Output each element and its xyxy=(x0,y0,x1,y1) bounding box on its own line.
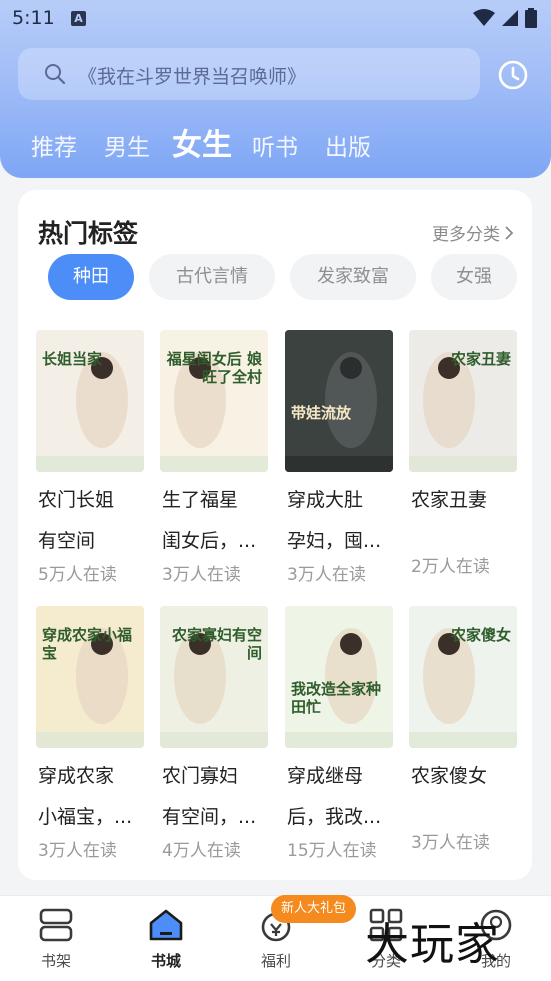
book-title: 农家傻女 xyxy=(411,756,523,797)
book-cover[interactable]: 农家傻女 xyxy=(409,606,517,748)
tag-chips: 种田 古代言情 发家致富 女强 xyxy=(48,254,532,300)
search-icon xyxy=(45,64,66,85)
book-cover[interactable]: 我改造全家种田忙 xyxy=(285,606,393,748)
tab-audiobook[interactable]: 听书 xyxy=(252,128,298,162)
book-cover-title: 我改造全家种田忙 xyxy=(291,680,382,716)
book-title: 生了福星闺女后，... xyxy=(162,480,274,562)
book-cover-title: 农家丑妻 xyxy=(450,350,511,368)
chip-get-rich[interactable]: 发家致富 xyxy=(290,254,416,300)
battery-icon xyxy=(525,8,537,28)
book-title-line1: 农家傻女 xyxy=(411,765,488,787)
nav-bookshelf-label: 书架 xyxy=(40,952,71,970)
search-placeholder: 《我在斗罗世界当召唤师》 xyxy=(78,66,307,88)
chevron-right-icon xyxy=(505,225,514,240)
book-title-line2: 有空间 xyxy=(38,530,96,552)
book-item[interactable]: 带娃流放穿成大肚孕妇，囤... 3万人在读 xyxy=(285,330,395,585)
book-readers: 3万人在读 xyxy=(162,565,241,585)
book-cover[interactable]: 福星闺女后 娘旺了全村 xyxy=(160,330,268,472)
bookshelf-icon xyxy=(39,908,73,942)
book-cover-title: 农家寡妇有空间 xyxy=(171,626,262,662)
book-cover-title: 福星闺女后 娘旺了全村 xyxy=(166,350,262,386)
channel-tabs: 推荐 男生 女生 听书 出版 xyxy=(0,118,551,168)
book-title: 穿成继母后，我改... xyxy=(287,756,399,838)
book-title-line1: 农门长姐 xyxy=(38,489,115,511)
book-title-line1: 农门寡妇 xyxy=(162,765,239,787)
more-categories-link[interactable]: 更多分类 xyxy=(432,220,514,245)
search-bar[interactable]: 《我在斗罗世界当召唤师》 xyxy=(18,48,480,100)
more-categories-label: 更多分类 xyxy=(432,225,500,245)
book-cover[interactable]: 带娃流放 xyxy=(285,330,393,472)
chip-farming[interactable]: 种田 xyxy=(48,254,134,300)
nav-bookshelf[interactable]: 书架 xyxy=(16,908,96,971)
book-item[interactable]: 长姐当家农门长姐有空间 5万人在读 xyxy=(36,330,146,585)
tab-publishing[interactable]: 出版 xyxy=(325,128,371,162)
book-title: 农门长姐 有空间 xyxy=(38,480,150,562)
status-bar: 5:11 A xyxy=(0,0,551,40)
book-title-line1: 穿成大肚 xyxy=(287,489,364,511)
status-time: 5:11 xyxy=(12,7,55,29)
book-readers: 5万人在读 xyxy=(38,565,117,585)
book-readers: 2万人在读 xyxy=(411,557,490,577)
book-readers: 15万人在读 xyxy=(287,841,377,861)
book-item[interactable]: 福星闺女后 娘旺了全村生了福星闺女后，... 3万人在读 xyxy=(160,330,270,585)
book-cover-title: 带娃流放 xyxy=(291,404,352,422)
book-title: 农门寡妇有空间，... xyxy=(162,756,274,838)
book-cover-title: 长姐当家 xyxy=(42,350,103,368)
book-title: 穿成农家小福宝，... xyxy=(38,756,150,838)
new-user-gift-badge[interactable]: 新人大礼包 xyxy=(271,895,357,923)
book-readers: 3万人在读 xyxy=(411,833,490,853)
book-title-line1: 穿成农家 xyxy=(38,765,115,787)
tab-recommend[interactable]: 推荐 xyxy=(31,128,77,162)
signal-icon xyxy=(502,10,518,26)
status-icons xyxy=(473,8,537,28)
book-cover[interactable]: 农家寡妇有空间 xyxy=(160,606,268,748)
tab-female[interactable]: 女生 xyxy=(172,120,232,164)
nav-welfare-label: 福利 xyxy=(260,952,291,970)
nav-bookstore[interactable]: 书城 xyxy=(126,908,206,971)
book-title-line2: 有空间，... xyxy=(162,806,257,828)
wifi-icon xyxy=(473,9,495,26)
book-title-line1: 生了福星 xyxy=(162,489,239,511)
book-cover[interactable]: 穿成农家小福宝 xyxy=(36,606,144,748)
section-title: 热门标签 xyxy=(38,219,139,248)
book-readers: 3万人在读 xyxy=(38,841,117,861)
book-item[interactable]: 农家寡妇有空间农门寡妇有空间，... 4万人在读 xyxy=(160,606,270,861)
bookstore-icon xyxy=(149,909,183,941)
watermark-logo: 大玩家 xyxy=(365,919,500,970)
chip-strong-female[interactable]: 女强 xyxy=(431,254,517,300)
book-title: 农家丑妻 xyxy=(411,480,523,521)
book-title-line2: 闺女后，... xyxy=(162,530,257,552)
chip-ancient-romance[interactable]: 古代言情 xyxy=(149,254,275,300)
book-readers: 4万人在读 xyxy=(162,841,241,861)
book-item[interactable]: 穿成农家小福宝穿成农家小福宝，... 3万人在读 xyxy=(36,606,146,861)
book-item[interactable]: 农家傻女 农家傻女 3万人在读 xyxy=(409,606,519,853)
notification-icon: A xyxy=(71,11,86,26)
book-item[interactable]: 农家丑妻 农家丑妻 2万人在读 xyxy=(409,330,519,577)
book-cover[interactable]: 农家丑妻 xyxy=(409,330,517,472)
book-title-line2: 孕妇，囤... xyxy=(287,530,382,552)
header: 5:11 A 《我在斗罗世界当召唤师》 推荐 男生 女生 听书 出版 xyxy=(0,0,551,178)
book-title-line1: 农家丑妻 xyxy=(411,489,488,511)
history-icon[interactable] xyxy=(496,58,530,92)
book-cover-title: 穿成农家小福宝 xyxy=(42,626,133,662)
book-title-line2: 后，我改... xyxy=(287,806,382,828)
book-item[interactable]: 我改造全家种田忙穿成继母后，我改... 15万人在读 xyxy=(285,606,395,861)
book-cover-title: 农家傻女 xyxy=(450,626,511,644)
book-title-line2: 小福宝，... xyxy=(38,806,133,828)
nav-bookstore-label: 书城 xyxy=(150,952,181,970)
book-readers: 3万人在读 xyxy=(287,565,366,585)
tab-male[interactable]: 男生 xyxy=(104,128,150,162)
book-title: 穿成大肚孕妇，囤... xyxy=(287,480,399,562)
book-cover[interactable]: 长姐当家 xyxy=(36,330,144,472)
book-title-line1: 穿成继母 xyxy=(287,765,364,787)
